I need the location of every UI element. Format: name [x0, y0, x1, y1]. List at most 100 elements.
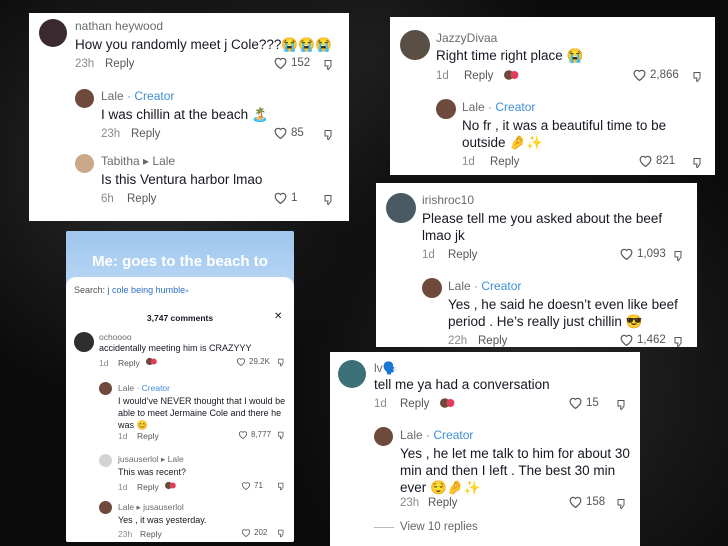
view-replies-button[interactable]: View 10 replies	[400, 521, 478, 533]
dislike-icon[interactable]	[323, 59, 335, 71]
reply-button[interactable]: Reply	[137, 431, 159, 441]
search-icon: ⌕	[185, 288, 190, 295]
like-button[interactable]: 1	[273, 191, 297, 204]
reply-button[interactable]: Reply	[478, 335, 507, 347]
like-button[interactable]: 1,093	[619, 247, 666, 260]
avatar[interactable]	[386, 193, 416, 223]
comment-text: accidentally meeting him is CRAZYYY	[99, 343, 252, 353]
heart-icon	[236, 358, 246, 366]
avatar[interactable]	[422, 278, 442, 298]
like-button[interactable]: 1,462	[619, 333, 666, 346]
comment-card-4: lv🗣️ tell me ya had a conversation 1d Re…	[330, 352, 640, 546]
like-count: 158	[586, 495, 606, 508]
comment-time: 6h	[101, 193, 114, 205]
dislike-icon[interactable]	[673, 250, 685, 262]
avatar[interactable]	[74, 332, 94, 352]
dislike-icon[interactable]	[692, 71, 704, 83]
comment-text: Please tell me you asked about the beef …	[422, 211, 663, 243]
reply-button[interactable]: Reply	[127, 193, 156, 205]
comment-time: 1d	[422, 249, 435, 261]
comment-time: 1d	[462, 156, 475, 168]
search-suggestion[interactable]: Search: j cole being humble⌕	[74, 285, 189, 296]
comment-time: 1d	[436, 70, 449, 82]
comment-username[interactable]: Lale · Creator	[400, 428, 473, 442]
reply-button[interactable]: Reply	[448, 249, 477, 261]
like-count: 29.2K	[249, 357, 270, 366]
reply-button[interactable]: Reply	[131, 128, 160, 140]
avatar[interactable]	[75, 89, 94, 108]
heart-icon	[569, 496, 582, 508]
reply-button[interactable]: Reply	[428, 497, 457, 509]
dislike-icon[interactable]	[277, 431, 286, 440]
comment-username[interactable]: JazzyDivaa	[436, 31, 497, 45]
creator-badge: · Creator	[488, 100, 536, 114]
comment-time: 22h	[448, 335, 468, 347]
like-button[interactable]: 85	[273, 126, 304, 139]
video-caption: Me: goes to the beach to	[92, 253, 268, 270]
comment-text: No fr , it was a beautiful time to be ou…	[462, 118, 667, 150]
comments-sheet: Search: j cole being humble⌕ 3,747 comme…	[66, 277, 294, 542]
reply-button[interactable]: Reply	[490, 156, 519, 168]
close-icon[interactable]: ✕	[274, 311, 282, 322]
like-button[interactable]: 202	[241, 528, 267, 537]
comment-username[interactable]: Lale · Creator	[118, 383, 170, 393]
like-button[interactable]: 29.2K	[236, 357, 270, 366]
reply-button[interactable]: Reply	[464, 70, 493, 82]
comment-username[interactable]: Lale ▸ jusauserlol	[118, 502, 184, 513]
like-button[interactable]: 158	[568, 495, 605, 508]
comment-username[interactable]: irishroc10	[422, 193, 474, 207]
comment-username[interactable]: jusauserlol ▸ Lale	[118, 454, 184, 465]
reply-button[interactable]: Reply	[105, 58, 134, 70]
comment-card-3: irishroc10 Please tell me you asked abou…	[376, 183, 697, 347]
heart-icon	[238, 431, 248, 439]
dislike-icon[interactable]	[277, 529, 286, 538]
reply-button[interactable]: Reply	[118, 358, 140, 368]
like-button[interactable]: 71	[241, 481, 263, 490]
like-count: 1,093	[637, 247, 666, 260]
like-button[interactable]: 8,777	[238, 430, 271, 439]
comment-username[interactable]: ochoooo	[99, 332, 132, 342]
comment-username[interactable]: Lale · Creator	[448, 279, 521, 293]
dislike-icon[interactable]	[616, 399, 628, 411]
reactions-icon	[146, 357, 157, 366]
like-button[interactable]: 152	[273, 56, 310, 69]
avatar[interactable]	[99, 382, 112, 395]
dislike-icon[interactable]	[616, 498, 628, 510]
comment-username[interactable]: Tabitha ▸ Lale	[101, 154, 175, 168]
dislike-icon[interactable]	[673, 336, 685, 347]
avatar[interactable]	[374, 427, 393, 446]
comment-time: 1d	[374, 398, 387, 410]
dislike-icon[interactable]	[323, 129, 335, 141]
like-button[interactable]: 15	[568, 396, 599, 409]
comment-username[interactable]: nathan heywood	[75, 19, 163, 33]
divider	[374, 527, 394, 528]
like-count: 1	[291, 191, 298, 204]
dislike-icon[interactable]	[323, 194, 335, 206]
comment-username[interactable]: Lale · Creator	[101, 89, 174, 103]
dislike-icon[interactable]	[277, 482, 286, 491]
like-count: 85	[291, 126, 304, 139]
creator-badge: · Creator	[127, 89, 175, 103]
like-count: 2,866	[650, 68, 679, 81]
creator-badge: · Creator	[474, 279, 522, 293]
avatar[interactable]	[400, 30, 430, 60]
reactions-icon	[165, 481, 176, 490]
like-count: 152	[291, 56, 311, 69]
avatar[interactable]	[39, 19, 67, 47]
avatar[interactable]	[75, 154, 94, 173]
reply-button[interactable]: Reply	[137, 482, 159, 492]
avatar[interactable]	[338, 360, 366, 388]
reply-button[interactable]: Reply	[400, 398, 429, 410]
comment-username[interactable]: lv🗣️	[374, 361, 398, 375]
reply-button[interactable]: Reply	[140, 529, 162, 539]
phone-screenshot: Me: goes to the beach to Search: j cole …	[66, 231, 294, 542]
avatar[interactable]	[99, 454, 112, 467]
avatar[interactable]	[99, 501, 112, 514]
dislike-icon[interactable]	[692, 157, 704, 169]
comment-time: 23h	[75, 58, 95, 70]
like-button[interactable]: 821	[638, 154, 675, 167]
like-button[interactable]: 2,866	[632, 68, 679, 81]
avatar[interactable]	[436, 99, 456, 119]
comment-username[interactable]: Lale · Creator	[462, 100, 535, 114]
dislike-icon[interactable]	[277, 358, 286, 367]
